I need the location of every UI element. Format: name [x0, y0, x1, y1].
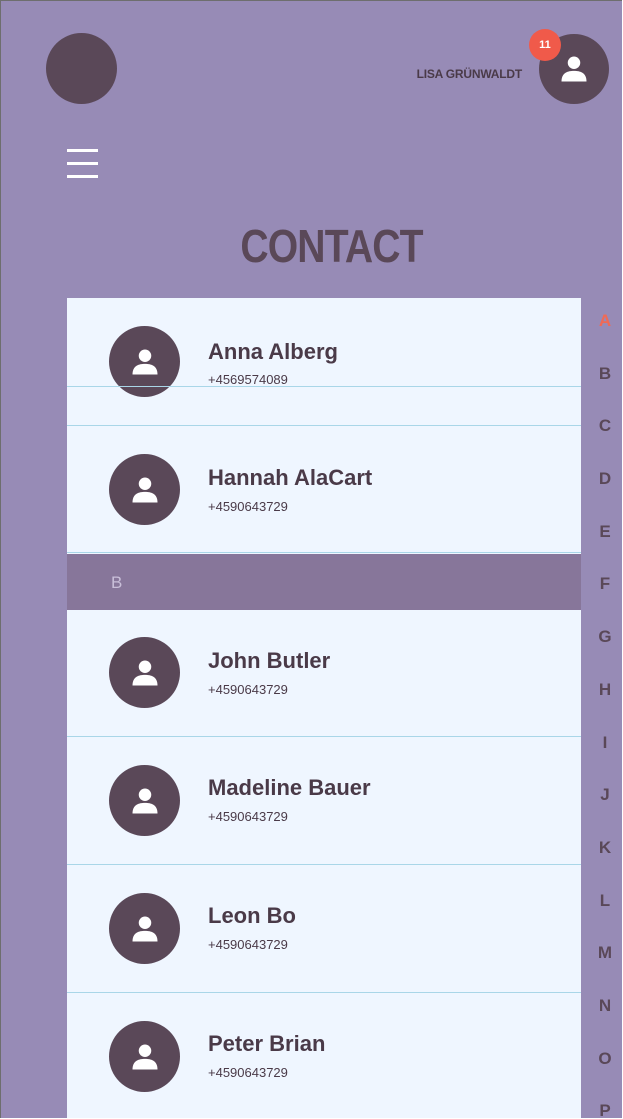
- person-icon: [132, 916, 157, 941]
- contact-list[interactable]: Anna Alberg +4569574089 Hannah AlaCart +…: [67, 298, 581, 1118]
- person-icon: [132, 349, 157, 374]
- index-letter-b[interactable]: B: [586, 354, 622, 407]
- index-letter-l[interactable]: L: [586, 881, 622, 934]
- contact-row[interactable]: Leon Bo +4590643729: [67, 865, 581, 993]
- app-frame: LISA GRÜNWALDT 11 CONTACT Anna Alberg +4…: [0, 0, 622, 1118]
- index-letter-f[interactable]: F: [586, 564, 622, 617]
- index-letter-e[interactable]: E: [586, 512, 622, 565]
- hamburger-icon[interactable]: [67, 149, 98, 179]
- index-letter-a[interactable]: A: [586, 301, 622, 354]
- contact-name: Leon Bo: [208, 903, 296, 928]
- person-icon: [132, 1044, 157, 1069]
- index-letter-p[interactable]: P: [586, 1091, 622, 1118]
- contact-row[interactable]: Anna Alberg +4569574089: [67, 298, 581, 426]
- contact-phone: +4569574089: [208, 372, 288, 387]
- person-icon: [132, 788, 157, 813]
- contact-row[interactable]: Madeline Bauer +4590643729: [67, 737, 581, 865]
- contact-avatar: [109, 765, 180, 836]
- contact-name: Hannah AlaCart: [208, 465, 373, 490]
- contact-name: Madeline Bauer: [208, 775, 371, 800]
- index-letter-o[interactable]: O: [586, 1039, 622, 1092]
- contact-phone: +4590643729: [208, 682, 288, 697]
- alphabet-index[interactable]: A B C D E F G H I J K L M N O P: [586, 301, 622, 1118]
- user-name: LISA GRÜNWALDT: [416, 67, 523, 81]
- contact-avatar: [109, 893, 180, 964]
- contact-avatar: [109, 1021, 180, 1092]
- index-letter-n[interactable]: N: [586, 986, 622, 1039]
- contact-name: Peter Brian: [208, 1031, 326, 1056]
- index-letter-h[interactable]: H: [586, 670, 622, 723]
- contact-row[interactable]: John Butler +4590643729: [67, 610, 581, 737]
- section-header: B: [67, 554, 581, 610]
- index-letter-g[interactable]: G: [586, 617, 622, 670]
- contact-phone: +4590643729: [208, 499, 288, 514]
- person-icon: [561, 56, 587, 82]
- contact-name: John Butler: [208, 648, 331, 673]
- divider: [67, 386, 581, 387]
- person-icon: [132, 477, 157, 502]
- contact-row[interactable]: Peter Brian +4590643729: [67, 993, 581, 1118]
- index-letter-i[interactable]: I: [586, 723, 622, 776]
- contact-avatar: [109, 637, 180, 708]
- contact-phone: +4590643729: [208, 1065, 288, 1080]
- index-letter-k[interactable]: K: [586, 828, 622, 881]
- page-title: CONTACT: [240, 220, 423, 272]
- contact-avatar: [109, 454, 180, 525]
- logo[interactable]: [46, 33, 117, 104]
- section-letter: B: [111, 573, 123, 592]
- index-letter-m[interactable]: M: [586, 933, 622, 986]
- index-letter-c[interactable]: C: [586, 406, 622, 459]
- index-letter-j[interactable]: J: [586, 775, 622, 828]
- contact-phone: +4590643729: [208, 809, 288, 824]
- index-letter-d[interactable]: D: [586, 459, 622, 512]
- notification-badge[interactable]: 11: [529, 29, 561, 61]
- contact-row[interactable]: Hannah AlaCart +4590643729: [67, 426, 581, 553]
- person-icon: [132, 660, 157, 685]
- contact-phone: +4590643729: [208, 937, 288, 952]
- contact-name: Anna Alberg: [208, 339, 338, 364]
